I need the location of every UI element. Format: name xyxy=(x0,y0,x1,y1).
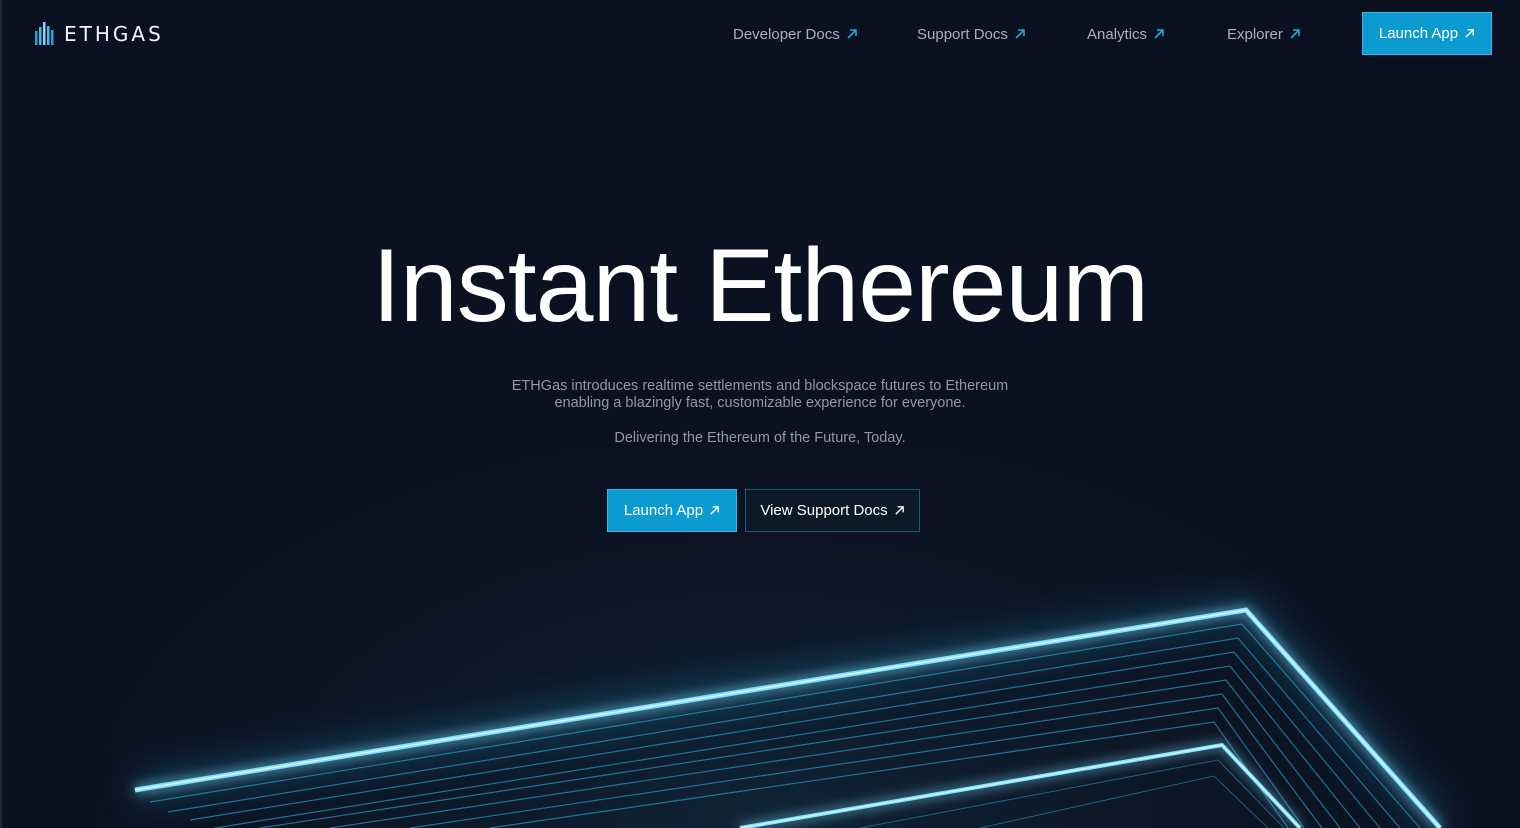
hero-description-line-2: enabling a blazingly fast, customizable … xyxy=(554,395,966,411)
glowing-frame-graphic xyxy=(132,593,1452,828)
header-launch-app-button[interactable]: Launch App xyxy=(1362,12,1492,55)
nav-label: Support Docs xyxy=(917,25,1008,43)
hero-description: ETHGas introduces realtime settlements a… xyxy=(460,378,1060,412)
logo-text: ETHGAS xyxy=(64,22,164,46)
arrow-up-right-icon xyxy=(1154,29,1164,39)
arrow-up-right-icon xyxy=(847,29,857,39)
nav-explorer[interactable]: Explorer xyxy=(1227,22,1301,46)
nav-analytics[interactable]: Analytics xyxy=(1087,22,1165,46)
arrow-up-right-icon xyxy=(1015,29,1025,39)
hero-launch-app-button[interactable]: Launch App xyxy=(607,489,737,532)
top-navbar: ETHGAS Developer Docs Support Docs Analy… xyxy=(0,0,1520,68)
nav-support-docs[interactable]: Support Docs xyxy=(917,22,1026,46)
button-label: Launch App xyxy=(1378,25,1459,42)
button-label: Launch App xyxy=(623,502,704,519)
window-edge xyxy=(0,0,2,828)
nav-label: Explorer xyxy=(1227,25,1283,43)
ethgas-logo[interactable]: ETHGAS xyxy=(34,20,164,48)
button-label: View Support Docs xyxy=(760,502,888,519)
view-support-docs-button[interactable]: View Support Docs xyxy=(745,489,920,532)
hero-tagline: Delivering the Ethereum of the Future, T… xyxy=(614,430,906,446)
nav-label: Developer Docs xyxy=(733,25,840,43)
ethgas-logo-icon xyxy=(35,22,54,45)
nav-developer-docs[interactable]: Developer Docs xyxy=(733,22,858,46)
page: ETHGAS Developer Docs Support Docs Analy… xyxy=(0,0,1520,828)
hero-title: Instant Ethereum xyxy=(372,228,1149,344)
hero-description-line-1: ETHGas introduces realtime settlements a… xyxy=(511,378,1009,394)
arrow-up-right-icon xyxy=(1465,29,1474,38)
arrow-up-right-icon xyxy=(710,506,719,515)
arrow-up-right-icon xyxy=(1290,29,1300,39)
arrow-up-right-icon xyxy=(894,506,904,515)
nav-label: Analytics xyxy=(1087,25,1148,43)
